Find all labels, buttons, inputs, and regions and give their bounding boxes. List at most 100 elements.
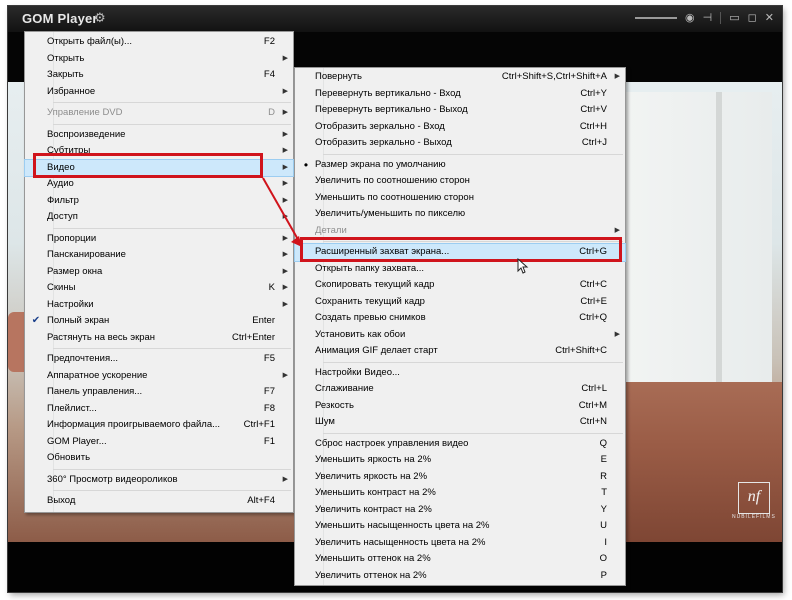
menu-item[interactable]: Уменьшить яркость на 2% E <box>295 452 625 469</box>
menu-item-label: Увеличить яркость на 2% <box>315 470 428 482</box>
gear-icon[interactable]: ⚙ <box>94 10 106 26</box>
menu-item[interactable]: Открыть ▶ <box>25 51 293 68</box>
menu-item-label: Увеличить контраст на 2% <box>315 503 432 515</box>
menu-item[interactable]: Резкость Ctrl+M <box>295 398 625 415</box>
menu-item[interactable]: Скопировать текущий кадр Ctrl+C <box>295 277 625 294</box>
menu-item[interactable]: Доступ ▶ <box>25 209 293 226</box>
menu-item-shortcut: K <box>268 282 275 293</box>
menu-item[interactable]: Предпочтения... F5 <box>25 351 293 368</box>
menu-item[interactable]: Избранное ▶ <box>25 84 293 101</box>
menu-item[interactable]: Перевернуть вертикально - Выход Ctrl+V <box>295 102 625 119</box>
menu-item-label: 360° Просмотр видеороликов <box>47 473 178 485</box>
submenu-arrow-icon: ▶ <box>282 475 288 483</box>
menu-item[interactable]: Сохранить текущий кадр Ctrl+E <box>295 294 625 311</box>
menu-item[interactable]: ✔ Полный экран Enter <box>25 313 293 330</box>
menu-item[interactable]: Уменьшить оттенок на 2% O <box>295 551 625 568</box>
menu-item[interactable]: Расширенный захват экрана... Ctrl+G <box>294 243 626 262</box>
menu-item[interactable]: Увеличить по соотношению сторон <box>295 173 625 190</box>
menu-item-label: Предпочтения... <box>47 353 119 364</box>
menu-item[interactable]: Настройки ▶ <box>25 297 293 314</box>
menu-item-shortcut: Ctrl+H <box>579 120 607 132</box>
mouse-cursor-icon <box>517 258 529 274</box>
menu-item[interactable]: Открыть файл(ы)... F2 <box>25 34 293 51</box>
menu-item[interactable]: Увеличить оттенок на 2% P <box>295 568 625 585</box>
menu-item[interactable]: Увеличить контраст на 2% Y <box>295 502 625 519</box>
menu-item-label: Панель управления... <box>47 386 143 397</box>
menu-item[interactable]: Уменьшить по соотношению сторон <box>295 190 625 207</box>
context-menu-main: Открыть файл(ы)... F2 Открыть ▶ Закрыть F4 Изб… <box>24 31 294 513</box>
maximize-icon[interactable]: ◻ <box>748 11 757 24</box>
menu-item[interactable]: Пансканирование ▶ <box>25 247 293 264</box>
menu-item-label: Перевернуть вертикально - Вход <box>315 87 461 99</box>
menu-item[interactable]: Аппаратное ускорение ▶ <box>25 368 293 385</box>
menu-item-shortcut: Ctrl+E <box>580 295 607 307</box>
menu-item[interactable]: Перевернуть вертикально - Вход Ctrl+Y <box>295 86 625 103</box>
submenu-arrow-icon: ▶ <box>282 163 288 171</box>
menu-item[interactable]: Увеличить/уменьшить по пикселю <box>295 206 625 223</box>
menu-item-label: Открыть папку захвата... <box>315 262 425 274</box>
separator <box>720 11 722 24</box>
menu-item[interactable]: Открыть папку захвата... <box>295 261 625 278</box>
menu-item[interactable]: Размер окна ▶ <box>25 264 293 281</box>
watermark-logo: nf <box>738 482 770 514</box>
menu-item-label: Полный экран <box>47 315 110 326</box>
menu-item-shortcut: I <box>604 536 607 548</box>
menu-item[interactable]: Информация проигрываемого файла... Ctrl+F… <box>25 417 293 434</box>
menu-item[interactable]: Установить как обои ▶ <box>295 327 625 344</box>
menu-item[interactable]: Анимация GIF делает старт Ctrl+Shift+C <box>295 343 625 360</box>
menu-item[interactable]: Видео ▶ <box>24 158 294 177</box>
menu-item[interactable]: Уменьшить контраст на 2% T <box>295 485 625 502</box>
menu-item-label: Фильтр <box>47 194 79 206</box>
menu-item[interactable]: Выход Alt+F4 <box>25 493 293 510</box>
menu-item-shortcut: F1 <box>263 435 275 447</box>
menu-item[interactable]: Отобразить зеркально - Вход Ctrl+H <box>295 119 625 136</box>
menu-item[interactable]: Пропорции ▶ <box>25 231 293 248</box>
menu-item[interactable]: Обновить <box>25 450 293 467</box>
video-scene-window <box>622 92 772 422</box>
menu-item-shortcut: Ctrl+V <box>580 104 607 115</box>
submenu-arrow-icon: ▶ <box>282 284 288 291</box>
menu-item[interactable]: Шум Ctrl+N <box>295 414 625 431</box>
menu-item[interactable]: Отобразить зеркально - Выход Ctrl+J <box>295 135 625 152</box>
menu-item-label: Субтитры <box>47 145 91 156</box>
menu-item-label: Обновить <box>47 452 91 463</box>
menu-item-label: Размер экрана по умолчанию <box>315 158 446 170</box>
audio-icon[interactable]: ◉ <box>685 11 695 24</box>
submenu-arrow-icon: ▶ <box>282 213 288 220</box>
volume-slider[interactable] <box>635 16 678 19</box>
menu-item[interactable]: GOM Player... F1 <box>25 434 293 451</box>
menu-item[interactable]: Настройки Видео... <box>295 365 625 382</box>
menu-item[interactable]: Увеличить яркость на 2% R <box>295 469 625 486</box>
menu-item[interactable]: Фильтр ▶ <box>25 193 293 210</box>
radio-bullet-icon: • <box>303 157 309 172</box>
menu-item[interactable]: Растянуть на весь экран Ctrl+Enter <box>25 330 293 347</box>
menu-item[interactable]: Повернуть Ctrl+Shift+S,Ctrl+Shift+A ▶ <box>295 69 625 86</box>
close-icon[interactable]: ✕ <box>765 11 774 24</box>
menu-item[interactable]: Уменьшить насыщенность цвета на 2% U <box>295 518 625 535</box>
menu-item[interactable]: Плейлист... F8 <box>25 401 293 418</box>
submenu-arrow-icon: ▶ <box>282 130 288 138</box>
menu-item[interactable]: Скины K ▶ <box>25 280 293 297</box>
minimize-icon[interactable]: ▭ <box>729 11 739 24</box>
menu-item-label: Увеличить/уменьшить по пикселю <box>315 208 466 219</box>
menu-item-label: GOM Player... <box>47 435 107 447</box>
menu-item[interactable]: Панель управления... F7 <box>25 384 293 401</box>
menu-item[interactable]: Создать превью снимков Ctrl+Q <box>295 310 625 327</box>
menu-item[interactable]: Субтитры ▶ <box>25 143 293 160</box>
menu-item-shortcut: Ctrl+Enter <box>231 331 275 343</box>
menu-item-label: Избранное <box>47 85 96 97</box>
menu-item[interactable]: Воспроизведение ▶ <box>25 127 293 144</box>
menu-item[interactable]: Закрыть F4 <box>25 67 293 84</box>
menu-item[interactable]: Аудио ▶ <box>25 176 293 193</box>
menu-item-shortcut: Ctrl+Shift+S,Ctrl+Shift+A <box>501 71 607 82</box>
menu-item-label: Открыть <box>47 52 85 64</box>
menu-item[interactable]: Сброс настроек управления видео Q <box>295 436 625 453</box>
menu-item[interactable]: Сглаживание Ctrl+L <box>295 381 625 398</box>
submenu-arrow-icon: ▶ <box>282 54 288 62</box>
pin-icon[interactable]: ⊣ <box>703 11 713 24</box>
menu-item-shortcut: Ctrl+C <box>579 279 607 290</box>
menu-item[interactable]: Увеличить насыщенность цвета на 2% I <box>295 535 625 552</box>
menu-item-label: Создать превью снимков <box>315 312 426 323</box>
menu-item[interactable]: 360° Просмотр видеороликов ▶ <box>25 472 293 489</box>
menu-item[interactable]: • Размер экрана по умолчанию <box>295 157 625 174</box>
